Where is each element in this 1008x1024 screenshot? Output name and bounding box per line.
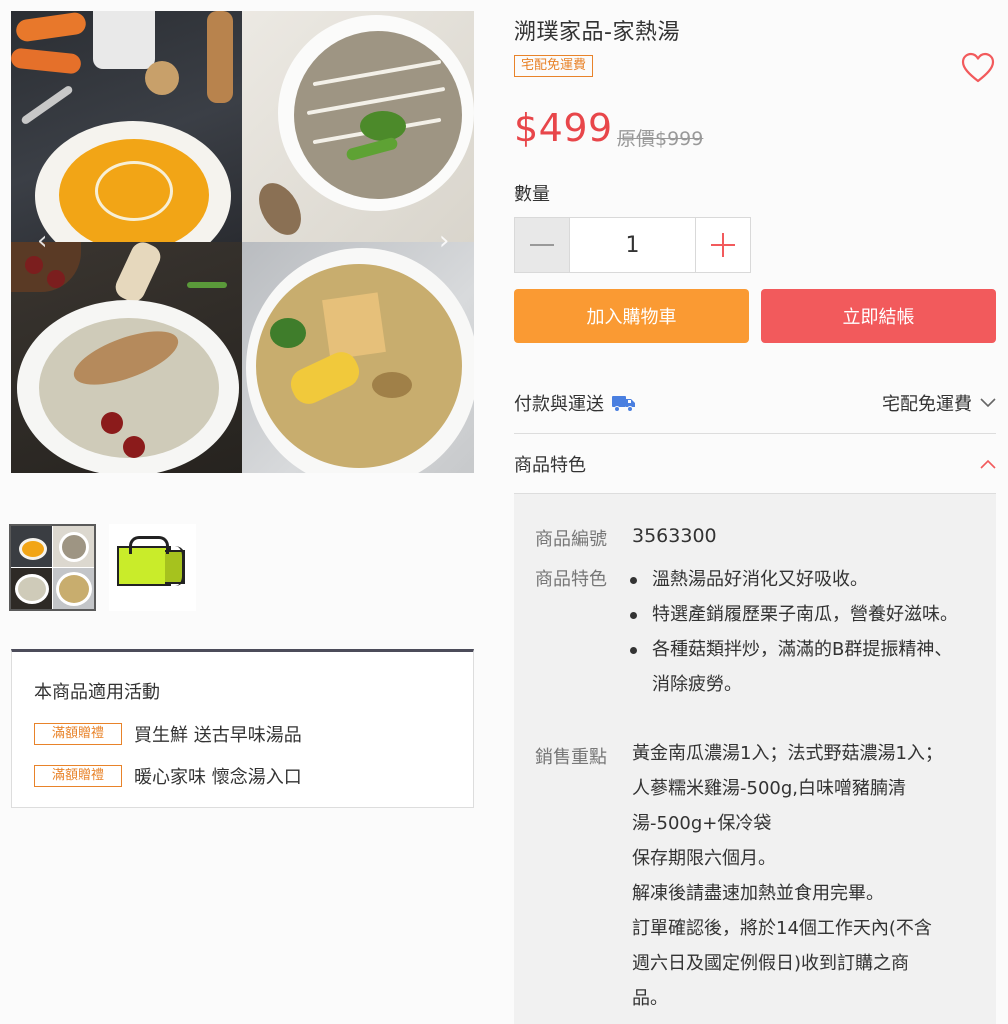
list-item: 各種菇類拌炒，滿滿的B群提振精神、消除疲勞。 xyxy=(626,632,966,702)
text-line: 解凍後請盡速加熱並食用完畢。 xyxy=(632,883,884,904)
text-line: 湯-500g+保冷袋 xyxy=(632,813,772,834)
soup-image-mushroom xyxy=(242,11,474,242)
thumbnail-cooler-bag[interactable] xyxy=(109,524,196,611)
checkout-button[interactable]: 立即結帳 xyxy=(761,289,996,343)
soup-image-ginseng-chicken xyxy=(11,242,242,473)
text-line: 週六日及國定例假日)收到訂購之商 xyxy=(632,953,910,974)
soup-image-pumpkin xyxy=(11,11,242,242)
promotion-text[interactable]: 暖心家味 懷念湯入口 xyxy=(134,763,302,789)
sale-price: $499 xyxy=(514,106,613,150)
quantity-label: 數量 xyxy=(514,184,550,205)
text-line: 人蔘糯米雞湯-500g,白味噌豬腩清 xyxy=(632,778,906,799)
features-list: 溫熱湯品好消化又好吸收。 特選產銷履歷栗子南瓜，營養好滋味。 各種菇類拌炒，滿滿… xyxy=(626,562,966,702)
features-label: 商品特色 xyxy=(535,569,607,590)
quantity-input[interactable] xyxy=(570,218,695,272)
product-features-row[interactable]: 商品特色 xyxy=(514,434,996,494)
minus-button[interactable] xyxy=(515,218,570,272)
product-details-panel: 商品編號 3563300 商品特色 溫熱湯品好消化又好吸收。 特選產銷履歷栗子南… xyxy=(514,494,996,1024)
promotion-title: 本商品適用活動 xyxy=(34,682,160,703)
promotion-box: 本商品適用活動 滿額贈禮 買生鮮 送古早味湯品 滿額贈禮 暖心家味 懷念湯入口 xyxy=(11,649,474,808)
sales-points-text: 黃金南瓜濃湯1入；法式野菇濃湯1入； 人蔘糯米雞湯-500g,白味噌豬腩清 湯-… xyxy=(632,736,982,1016)
chevron-up-icon xyxy=(980,459,996,469)
original-price: 原價$999 xyxy=(617,128,704,150)
promotion-text[interactable]: 買生鮮 送古早味湯品 xyxy=(134,721,302,747)
thumbnail-soups[interactable] xyxy=(9,524,96,611)
quantity-stepper xyxy=(514,217,751,273)
payment-shipping-row[interactable]: 付款與運送 宅配免運費 xyxy=(514,372,996,434)
list-item: 溫熱湯品好消化又好吸收。 xyxy=(626,562,966,597)
sales-points-label: 銷售重點 xyxy=(535,747,607,768)
chevron-left-icon[interactable]: ‹ xyxy=(37,226,47,256)
text-line: 訂單確認後，將於14個工作天內(不含 xyxy=(632,918,932,939)
sku-label: 商品編號 xyxy=(535,529,607,550)
plus-icon xyxy=(711,233,735,257)
promotion-item[interactable]: 滿額贈禮 暖心家味 懷念湯入口 xyxy=(34,764,302,788)
chevron-right-icon[interactable]: › xyxy=(439,226,449,256)
payment-shipping-label: 付款與運送 xyxy=(514,393,604,415)
plus-button[interactable] xyxy=(695,218,750,272)
text-line: 黃金南瓜濃湯1入；法式野菇濃湯1入； xyxy=(632,743,943,764)
product-title: 溯璞家品-家熱湯 xyxy=(514,20,680,45)
list-item: 特選產銷履歷栗子南瓜，營養好滋味。 xyxy=(626,597,966,632)
free-shipping-badge: 宅配免運費 xyxy=(514,55,594,77)
add-to-cart-button[interactable]: 加入購物車 xyxy=(514,289,749,343)
product-image-gallery[interactable]: ‹ › xyxy=(11,11,474,473)
text-line: 保存期限六個月。 xyxy=(632,848,776,869)
sku-value: 3563300 xyxy=(632,525,717,547)
chevron-down-icon xyxy=(980,397,996,407)
text-line: 品。 xyxy=(632,988,668,1009)
promotion-tag: 滿額贈禮 xyxy=(34,765,122,787)
heart-icon[interactable] xyxy=(961,52,995,84)
product-features-label: 商品特色 xyxy=(514,454,586,476)
soup-image-miso-pork xyxy=(242,242,474,473)
truck-icon xyxy=(612,395,635,412)
payment-shipping-value: 宅配免運費 xyxy=(882,393,972,415)
promotion-tag: 滿額贈禮 xyxy=(34,723,122,745)
promotion-item[interactable]: 滿額贈禮 買生鮮 送古早味湯品 xyxy=(34,722,302,746)
minus-icon xyxy=(530,244,554,246)
